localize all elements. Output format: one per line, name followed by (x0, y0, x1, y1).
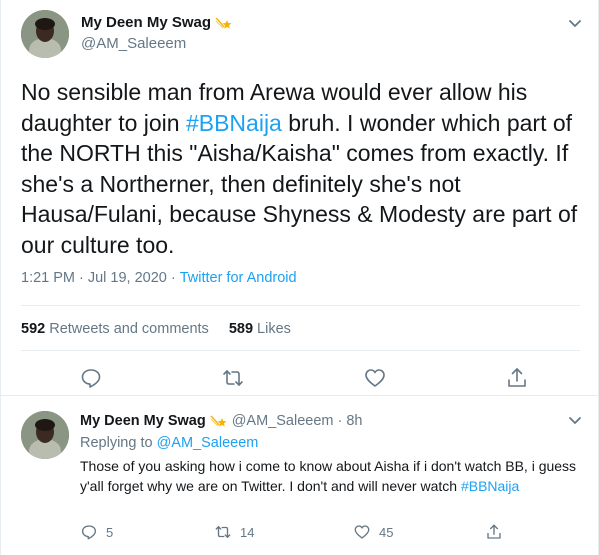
hashtag-link[interactable]: #BBNaija (186, 110, 282, 136)
author-name-row[interactable]: My Deen My Swag (81, 14, 233, 31)
tweet-time[interactable]: 1:21 PM (21, 270, 75, 286)
main-tweet: My Deen My Swag @AM_Saleeem No sensible … (1, 0, 599, 396)
retweets-stat[interactable]: 592 Retweets and comments (21, 321, 209, 337)
reply-header: My Deen My Swag @AM_Saleeem · 8h (80, 413, 362, 429)
replying-to: Replying to @AM_Saleeem (80, 435, 258, 451)
reply-age[interactable]: 8h (346, 413, 362, 429)
like-icon (354, 525, 370, 539)
shooting-star-icon (210, 413, 228, 429)
likes-stat[interactable]: 589 Likes (229, 321, 291, 337)
tweet-actions (1, 364, 599, 392)
meta-separator: · (170, 270, 176, 286)
like-icon[interactable] (363, 366, 387, 390)
share-button[interactable] (485, 523, 503, 541)
reply-icon (81, 525, 97, 540)
retweets-count: 592 (21, 321, 46, 337)
reply-actions: 5 14 45 (80, 521, 585, 543)
likes-label: Likes (257, 321, 291, 337)
reply-handle[interactable]: @AM_Saleeem (232, 413, 334, 429)
meta-separator: · (79, 270, 84, 286)
author-handle[interactable]: @AM_Saleeem (81, 35, 186, 52)
reply-button[interactable]: 5 (80, 523, 113, 541)
reply-display-name[interactable]: My Deen My Swag (80, 413, 206, 429)
likes-count: 589 (228, 321, 254, 337)
like-button[interactable]: 45 (353, 523, 393, 541)
share-icon (487, 524, 501, 539)
avatar[interactable] (21, 10, 69, 58)
tweet-source-link[interactable]: Twitter for Android (180, 270, 297, 286)
retweet-icon (215, 526, 231, 538)
reply-tweet[interactable]: My Deen My Swag @AM_Saleeem · 8h Replyin… (1, 397, 599, 555)
hashtag-link[interactable]: #BBNaija (461, 478, 519, 494)
tweet-text: No sensible man from Arewa would ever al… (21, 77, 581, 260)
retweet-icon[interactable] (221, 366, 245, 390)
chevron-down-icon[interactable] (566, 14, 584, 32)
divider (21, 350, 580, 351)
chevron-down-icon[interactable] (566, 411, 584, 429)
reply-count: 5 (106, 524, 114, 540)
retweets-label: Retweets and comments (49, 321, 209, 337)
reply-icon[interactable] (79, 366, 103, 390)
meta-separator: · (337, 413, 343, 429)
like-count: 45 (379, 524, 394, 540)
reply-text: Those of you asking how i come to know a… (80, 456, 585, 496)
tweet-stats: 592 Retweets and comments 589 Likes (21, 321, 291, 337)
retweet-button[interactable]: 14 (214, 523, 254, 541)
avatar[interactable] (21, 411, 69, 459)
replying-handle-link[interactable]: @AM_Saleeem (157, 435, 259, 451)
shooting-star-icon (215, 15, 233, 31)
divider (21, 305, 580, 306)
display-name[interactable]: My Deen My Swag (81, 14, 211, 31)
replying-prefix: Replying to (80, 435, 157, 451)
tweet-date[interactable]: Jul 19, 2020 (88, 270, 167, 286)
tweet-meta: 1:21 PM · Jul 19, 2020 · Twitter for And… (21, 270, 297, 286)
share-icon[interactable] (505, 366, 529, 390)
tweet-detail-page: My Deen My Swag @AM_Saleeem No sensible … (0, 0, 599, 555)
retweet-count: 14 (240, 524, 255, 540)
